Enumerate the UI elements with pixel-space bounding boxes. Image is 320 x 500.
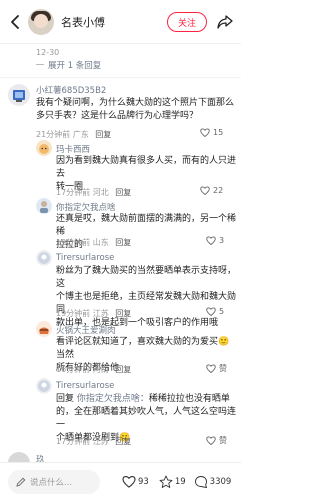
reply-button[interactable]: 回复 bbox=[115, 437, 131, 446]
comment-bubble-icon bbox=[194, 475, 207, 488]
like-button[interactable]: 15 bbox=[200, 128, 223, 137]
reply-button[interactable]: 回复 bbox=[115, 188, 131, 197]
comment-text-line: 粉丝为了魏大勋买的当然要晒单表示支持呀，这 bbox=[56, 266, 237, 289]
like-count: 5 bbox=[219, 307, 225, 316]
follow-button[interactable]: 关注 bbox=[167, 12, 207, 32]
comment-text-line: 因为看到魏大勋真有很多人买，而有的人只进去 bbox=[56, 156, 237, 179]
author-name[interactable]: 名表小傅 bbox=[61, 14, 105, 30]
comment-time: 16分钟前 河南 bbox=[56, 365, 109, 374]
likes-count: 93 bbox=[138, 476, 149, 487]
comments-count: 3309 bbox=[209, 476, 232, 487]
divider bbox=[0, 77, 241, 78]
comment-author[interactable]: 火锅大王爱涮肉 bbox=[56, 324, 116, 336]
comment-meta: 17分钟前 江苏 回复 bbox=[56, 436, 131, 447]
like-button[interactable]: 3 bbox=[206, 236, 224, 245]
comment-meta: 19分钟前 山东 回复 bbox=[56, 237, 131, 248]
avatar[interactable] bbox=[36, 378, 52, 394]
comment-text-part: 稀稀拉拉也没有晒单 bbox=[148, 394, 230, 404]
comment-time: 17分钟前 江苏 bbox=[56, 437, 109, 446]
reply-target[interactable]: 你指定欠我点啥： bbox=[77, 394, 149, 404]
collect-button[interactable]: 19 bbox=[159, 475, 186, 489]
comment-text-line: 回复 你指定欠我点啥：稀稀拉拉也没有晒单 bbox=[56, 393, 238, 406]
expand-line bbox=[36, 64, 44, 65]
comment-meta: 17分钟前 河北 回复 bbox=[56, 187, 131, 198]
avatar[interactable] bbox=[36, 140, 52, 156]
heart-icon bbox=[206, 436, 216, 445]
heart-icon bbox=[206, 236, 216, 245]
star-icon bbox=[159, 475, 173, 488]
comment-time: 19分钟前 山东 bbox=[56, 238, 109, 247]
comment-text-line: 我有个疑问啊，为什么魏大勋的这个照片下面那么 bbox=[36, 98, 235, 108]
comment-time: 17分钟前 河北 bbox=[56, 188, 109, 197]
expand-replies-button[interactable]: 展开 1 条回复 bbox=[48, 59, 101, 71]
comment-author[interactable]: 你指定欠我点啥 bbox=[56, 201, 116, 213]
like-count: 15 bbox=[213, 128, 224, 137]
comment-stat-button[interactable]: 3309 bbox=[194, 475, 232, 489]
heart-icon bbox=[200, 128, 210, 137]
comment-text-line: 的，全在那晒着其妙吹人气，人气这么空吗连一 bbox=[56, 407, 237, 430]
avatar[interactable] bbox=[8, 84, 30, 106]
like-button[interactable]: 赞 bbox=[206, 363, 227, 374]
avatar[interactable] bbox=[36, 321, 52, 337]
comment-text-line: 多只手表？这是什么品牌行为心理学吗？ bbox=[36, 111, 199, 121]
reply-button[interactable]: 回复 bbox=[115, 365, 131, 374]
avatar[interactable] bbox=[36, 250, 52, 266]
like-button[interactable]: 赞 bbox=[206, 435, 227, 446]
comment-text-line: 看评论区就知道了，喜欢魏大勋的为爱买🙂当然 bbox=[56, 337, 230, 360]
reply-button[interactable]: 回复 bbox=[95, 130, 111, 139]
author-avatar[interactable] bbox=[28, 8, 54, 35]
comment-author[interactable]: Tirersurlarose bbox=[56, 253, 114, 263]
reply-button[interactable]: 回复 bbox=[115, 238, 131, 247]
like-count: 22 bbox=[213, 186, 224, 195]
reply-button[interactable]: 回复 bbox=[115, 309, 131, 318]
share-icon[interactable] bbox=[215, 12, 235, 32]
comment-author[interactable]: 玛卡西西 bbox=[56, 143, 90, 155]
comment-meta: 16分钟前 河南 回复 bbox=[56, 364, 131, 375]
heart-icon bbox=[206, 307, 216, 316]
comment-time: 19分钟前 江苏 bbox=[56, 309, 109, 318]
pencil-icon bbox=[16, 477, 26, 487]
heart-icon bbox=[122, 476, 136, 488]
comment-text: 粉丝为了魏大勋买的当然要晒单表示支持呀，这 个博主也是拒绝，主页经常发魏大勋和魏… bbox=[56, 265, 238, 330]
like-count: 3 bbox=[219, 236, 225, 245]
like-button[interactable]: 22 bbox=[200, 186, 223, 195]
comment-meta: 19分钟前 江苏 回复 bbox=[56, 308, 131, 319]
avatar[interactable] bbox=[36, 198, 52, 214]
top-bar: 名表小傅 关注 bbox=[0, 0, 241, 44]
bottom-action-bar: 说点什么... 93 19 3309 bbox=[0, 462, 241, 500]
like-count: 赞 bbox=[219, 364, 227, 373]
input-placeholder: 说点什么... bbox=[30, 477, 73, 488]
heart-icon bbox=[206, 364, 216, 373]
reply-prefix: 回复 bbox=[56, 394, 75, 404]
comment-time: 21分钟前 广东 bbox=[36, 130, 89, 139]
comment-author[interactable]: 小红薯685D35B2 bbox=[36, 84, 106, 96]
back-icon[interactable] bbox=[4, 11, 26, 33]
comment-text: 我有个疑问啊，为什么魏大勋的这个照片下面那么 多只手表？这是什么品牌行为心理学吗… bbox=[36, 97, 236, 123]
comment-author[interactable]: Tirersurlarose bbox=[56, 381, 114, 391]
comment-input[interactable]: 说点什么... bbox=[8, 469, 100, 494]
heart-icon bbox=[200, 186, 210, 195]
like-button[interactable]: 5 bbox=[206, 307, 224, 316]
like-count: 赞 bbox=[219, 436, 227, 445]
comment-time: 12-30 bbox=[36, 48, 60, 57]
like-stat-button[interactable]: 93 bbox=[122, 475, 149, 488]
comment-meta: 21分钟前 广东 回复 bbox=[36, 129, 111, 140]
stars-count: 19 bbox=[174, 476, 186, 487]
